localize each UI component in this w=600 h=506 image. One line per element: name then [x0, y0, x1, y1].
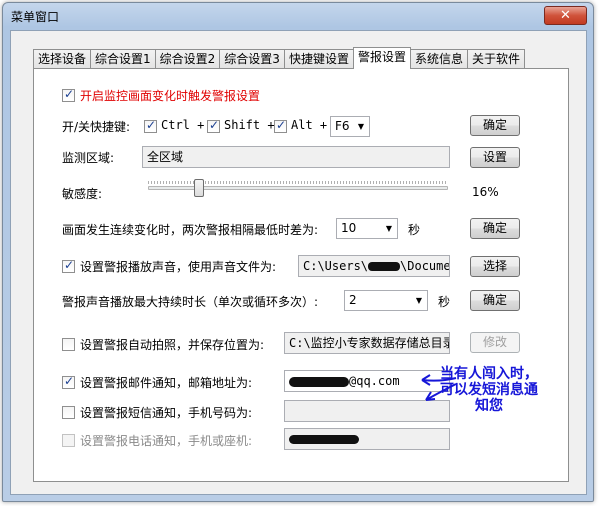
- email-label: 设置警报邮件通知，邮箱地址为:: [80, 376, 253, 390]
- duration-unit: 秒: [438, 295, 451, 309]
- window-title: 菜单窗口: [11, 10, 60, 24]
- alt-checkbox[interactable]: [274, 118, 287, 133]
- chevron-down-icon: ▼: [385, 224, 392, 233]
- hotkey-key-select[interactable]: F6 ▼: [330, 116, 370, 137]
- tab-general-3[interactable]: 综合设置3: [219, 49, 285, 69]
- phone-checkbox[interactable]: [62, 434, 75, 447]
- sms-label: 设置警报短信通知，手机号码为:: [80, 406, 253, 420]
- sensitivity-slider-thumb[interactable]: [194, 179, 205, 197]
- enable-alarm-checkbox[interactable]: [62, 87, 75, 102]
- tab-about[interactable]: 关于软件: [466, 49, 525, 69]
- shift-checkbox[interactable]: [207, 118, 220, 133]
- shift-label: Shift +: [224, 118, 275, 132]
- sms-checkbox[interactable]: [62, 406, 75, 419]
- alt-label: Alt +: [291, 118, 328, 132]
- redacted-phone: [289, 435, 359, 444]
- snapshot-label: 设置警报自动拍照，并保存位置为:: [80, 338, 265, 352]
- region-set-button[interactable]: 设置: [470, 147, 520, 168]
- tab-hotkeys[interactable]: 快捷键设置: [283, 49, 354, 69]
- phone-label: 设置警报电话通知，手机或座机:: [80, 434, 253, 448]
- enable-alarm-label: 开启监控画面变化时触发警报设置: [80, 89, 261, 103]
- interval-select[interactable]: 10 ▼: [336, 218, 398, 239]
- sensitivity-label: 敏感度:: [62, 187, 103, 201]
- tab-system-info[interactable]: 系统信息: [409, 49, 468, 69]
- redacted-username: [368, 262, 401, 271]
- hotkey-label: 开/关快捷键:: [62, 120, 131, 134]
- tab-general-2[interactable]: 综合设置2: [154, 49, 221, 69]
- region-field: 全区域: [142, 146, 450, 168]
- ctrl-checkbox[interactable]: [144, 118, 157, 133]
- tab-strip: 选择设备 综合设置1 综合设置2 综合设置3 快捷键设置 警报设置 系统信息 关…: [33, 47, 525, 69]
- annotation-note: 当有人闯入时， 可以发短消息通 知您: [440, 366, 538, 414]
- tab-select-device[interactable]: 选择设备: [33, 49, 92, 69]
- snapshot-checkbox[interactable]: [62, 338, 75, 351]
- tab-general-1[interactable]: 综合设置1: [90, 49, 156, 69]
- snapshot-path-field: C:\监控小专家数据存储总目录\: [284, 332, 450, 354]
- sensitivity-slider-track[interactable]: [148, 186, 448, 190]
- sensitivity-ticks: [148, 181, 448, 184]
- region-label: 监测区域:: [62, 151, 115, 165]
- redacted-email-user: [289, 376, 349, 387]
- chevron-down-icon: ▼: [357, 122, 364, 131]
- tab-alarm-settings[interactable]: 警报设置: [352, 47, 411, 69]
- interval-label: 画面发生连续变化时，两次警报相隔最低时差为:: [62, 223, 319, 237]
- snapshot-modify-button[interactable]: 修改: [470, 332, 520, 353]
- interval-confirm-button[interactable]: 确定: [470, 218, 520, 239]
- duration-confirm-button[interactable]: 确定: [470, 290, 520, 311]
- hotkey-confirm-button[interactable]: 确定: [470, 115, 520, 136]
- chevron-down-icon: ▼: [415, 296, 422, 305]
- duration-label: 警报声音播放最大持续时长（单次或循环多次）:: [62, 295, 319, 309]
- alarm-settings-panel: 开启监控画面变化时触发警报设置 开/关快捷键: Ctrl + Shift + A…: [33, 68, 569, 482]
- sound-label: 设置警报播放声音，使用声音文件为:: [80, 260, 277, 274]
- duration-select[interactable]: 2 ▼: [344, 290, 428, 311]
- sound-checkbox[interactable]: [62, 258, 75, 273]
- close-button[interactable]: ✕: [544, 6, 587, 25]
- close-icon: ✕: [560, 8, 571, 23]
- sound-file-field: C:\Users\\Documents: [298, 255, 450, 277]
- sound-choose-button[interactable]: 选择: [470, 256, 520, 277]
- email-checkbox[interactable]: [62, 374, 75, 389]
- ctrl-label: Ctrl +: [161, 118, 205, 132]
- interval-unit: 秒: [408, 223, 421, 237]
- title-bar[interactable]: 菜单窗口 ✕: [3, 3, 593, 29]
- sensitivity-value: 16%: [472, 185, 499, 199]
